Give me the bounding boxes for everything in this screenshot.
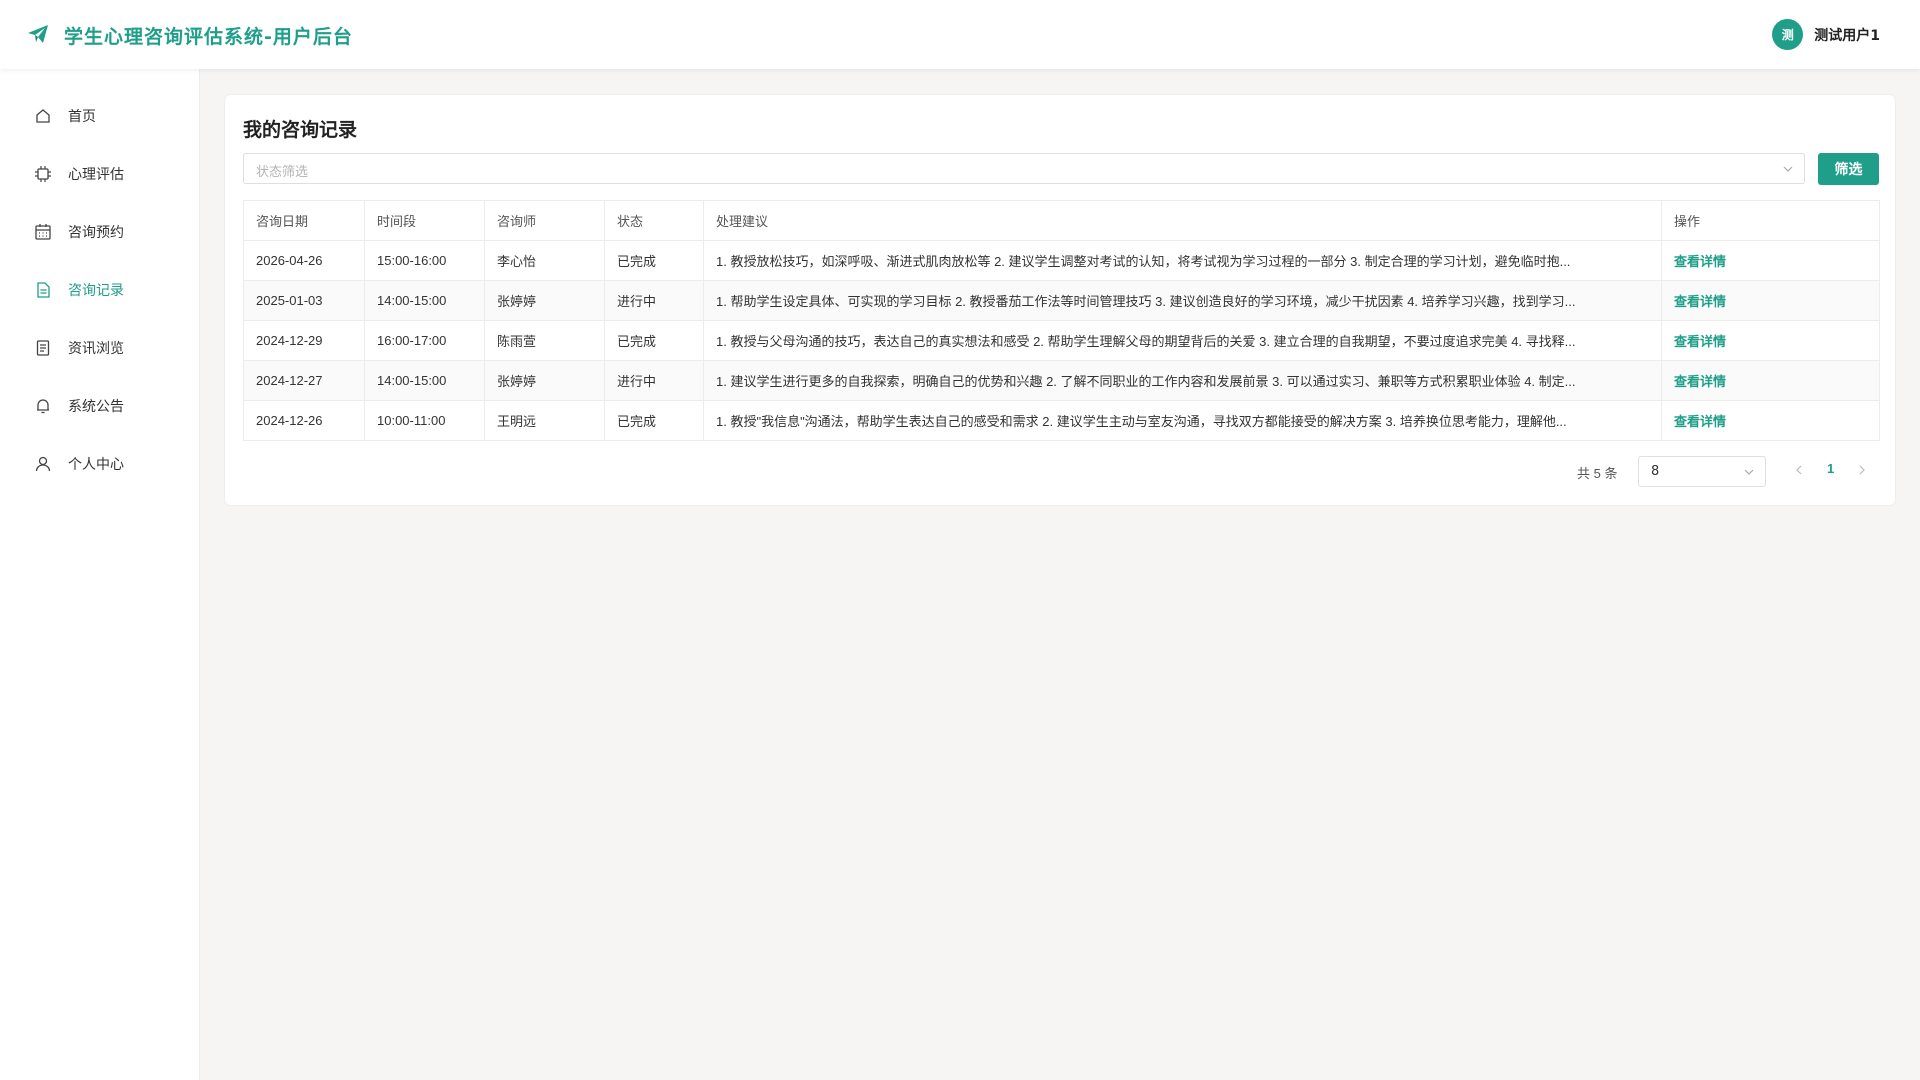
cell-action: 查看详情 (1661, 240, 1880, 281)
records-table: 咨询日期 时间段 咨询师 状态 处理建议 操作 2026-04-26 15:00… (243, 200, 1880, 441)
paper-plane-icon (28, 25, 48, 43)
cell-action: 查看详情 (1661, 280, 1880, 321)
sidebar-item-announcement[interactable]: 系统公告 (0, 386, 200, 426)
top-header: 学生心理咨询评估系统-用户后台 测 测试用户1 (0, 0, 1920, 69)
app-title: 学生心理咨询评估系统-用户后台 (64, 26, 353, 48)
sidebar-item-profile[interactable]: 个人中心 (0, 444, 200, 484)
bell-icon (37, 399, 49, 414)
filter-button[interactable]: 筛选 (1818, 153, 1879, 185)
sidebar: 首页 心理评估 咨询预约 咨询记录 资讯浏览 系统公告 个人中心 (0, 69, 200, 1080)
column-header-time: 时间段 (364, 200, 485, 241)
cell-advice: 1. 教授放松技巧，如深呼吸、渐进式肌肉放松等 2. 建议学生调整对考试的认知，… (703, 240, 1662, 281)
table-row: 2025-01-03 14:00-15:00 张婷婷 进行中 1. 帮助学生设定… (243, 280, 1880, 321)
view-details-link[interactable]: 查看详情 (1674, 374, 1726, 389)
view-details-link[interactable]: 查看详情 (1674, 414, 1726, 429)
page-title: 我的咨询记录 (243, 119, 358, 141)
page-size-value: 8 (1651, 464, 1660, 479)
sidebar-item-label: 个人中心 (68, 457, 124, 473)
cell-counselor: 张婷婷 (484, 360, 605, 401)
sidebar-item-label: 咨询预约 (68, 225, 124, 241)
view-details-link[interactable]: 查看详情 (1674, 334, 1726, 349)
cell-date: 2025-01-03 (243, 280, 365, 321)
cell-time: 14:00-15:00 (364, 360, 485, 401)
cell-advice: 1. 建议学生进行更多的自我探索，明确自己的优势和兴趣 2. 了解不同职业的工作… (703, 360, 1662, 401)
sidebar-item-label: 咨询记录 (68, 283, 124, 299)
chevron-right-icon[interactable] (1856, 463, 1868, 477)
sidebar-item-label: 系统公告 (68, 399, 124, 415)
cell-status: 已完成 (604, 400, 704, 441)
cell-status: 已完成 (604, 240, 704, 281)
sidebar-item-assessment[interactable]: 心理评估 (0, 154, 200, 194)
table-row: 2024-12-27 14:00-15:00 张婷婷 进行中 1. 建议学生进行… (243, 360, 1880, 401)
sidebar-item-news[interactable]: 资讯浏览 (0, 328, 200, 368)
sidebar-item-appointment[interactable]: 咨询预约 (0, 212, 200, 252)
sidebar-item-label: 首页 (68, 109, 96, 125)
status-filter-select[interactable]: 状态筛选 (243, 153, 1805, 184)
user-icon (35, 456, 51, 472)
table-header-row: 咨询日期 时间段 咨询师 状态 处理建议 操作 (243, 200, 1880, 241)
pagination-total: 共 5 条 (1577, 466, 1618, 481)
cell-date: 2024-12-26 (243, 400, 365, 441)
cell-action: 查看详情 (1661, 360, 1880, 401)
cell-status: 进行中 (604, 280, 704, 321)
sidebar-item-records[interactable]: 咨询记录 (0, 270, 200, 310)
chevron-down-icon (1744, 469, 1754, 475)
chip-icon (35, 166, 51, 182)
status-filter-placeholder: 状态筛选 (256, 165, 309, 180)
user-menu[interactable]: 测 测试用户1 (1772, 19, 1880, 50)
column-header-advice: 处理建议 (703, 200, 1662, 241)
home-icon (36, 109, 50, 123)
cell-advice: 1. 教授与父母沟通的技巧，表达自己的真实想法和感受 2. 帮助学生理解父母的期… (703, 320, 1662, 361)
column-header-status: 状态 (604, 200, 704, 241)
document-icon (37, 282, 50, 298)
cell-advice: 1. 帮助学生设定具体、可实现的学习目标 2. 教授番茄工作法等时间管理技巧 3… (703, 280, 1662, 321)
column-header-date: 咨询日期 (243, 200, 365, 241)
cell-time: 10:00-11:00 (364, 400, 485, 441)
sidebar-item-label: 资讯浏览 (68, 341, 124, 357)
view-details-link[interactable]: 查看详情 (1674, 294, 1726, 309)
cell-counselor: 王明远 (484, 400, 605, 441)
cell-date: 2024-12-29 (243, 320, 365, 361)
table-row: 2024-12-29 16:00-17:00 陈雨萱 已完成 1. 教授与父母沟… (243, 320, 1880, 361)
page-size-select[interactable]: 8 (1638, 456, 1766, 487)
cell-counselor: 张婷婷 (484, 280, 605, 321)
user-name[interactable]: 测试用户1 (1814, 25, 1880, 45)
cell-time: 14:00-15:00 (364, 280, 485, 321)
cell-counselor: 陈雨萱 (484, 320, 605, 361)
cell-status: 进行中 (604, 360, 704, 401)
cell-time: 15:00-16:00 (364, 240, 485, 281)
page-number-current[interactable]: 1 (1827, 461, 1834, 476)
avatar[interactable]: 测 (1772, 19, 1804, 50)
calendar-icon (35, 224, 51, 240)
chevron-down-icon (1783, 166, 1793, 172)
cell-status: 已完成 (604, 320, 704, 361)
sidebar-item-label: 心理评估 (68, 167, 124, 183)
column-header-action: 操作 (1661, 200, 1880, 241)
table-row: 2026-04-26 15:00-16:00 李心怡 已完成 1. 教授放松技巧… (243, 240, 1880, 281)
cell-date: 2024-12-27 (243, 360, 365, 401)
cell-date: 2026-04-26 (243, 240, 365, 281)
cell-action: 查看详情 (1661, 400, 1880, 441)
column-header-counselor: 咨询师 (484, 200, 605, 241)
cell-action: 查看详情 (1661, 320, 1880, 361)
chevron-left-icon[interactable] (1793, 463, 1805, 477)
view-details-link[interactable]: 查看详情 (1674, 254, 1726, 269)
reader-icon (36, 340, 50, 356)
cell-time: 16:00-17:00 (364, 320, 485, 361)
cell-advice: 1. 教授"我信息"沟通法，帮助学生表达自己的感受和需求 2. 建议学生主动与室… (703, 400, 1662, 441)
table-row: 2024-12-26 10:00-11:00 王明远 已完成 1. 教授"我信息… (243, 400, 1880, 441)
cell-counselor: 李心怡 (484, 240, 605, 281)
records-card: 我的咨询记录 状态筛选 筛选 咨询日期 时间段 咨询师 状态 处理建议 操作 2… (224, 94, 1896, 506)
sidebar-item-home[interactable]: 首页 (0, 96, 200, 136)
